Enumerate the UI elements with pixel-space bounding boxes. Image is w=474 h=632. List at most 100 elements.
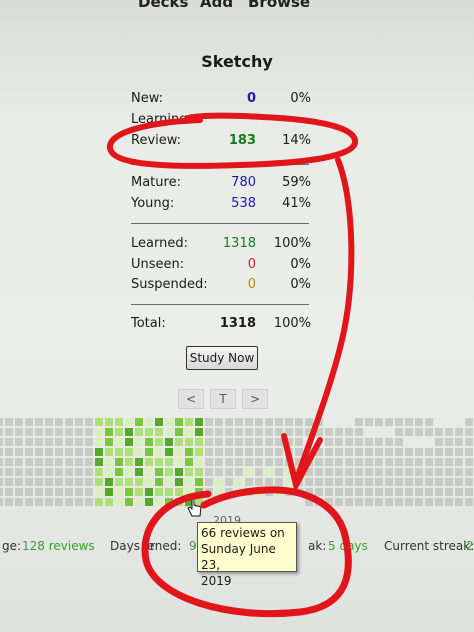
heatmap-day-cell[interactable] <box>185 428 193 436</box>
heatmap-day-cell[interactable] <box>55 448 63 456</box>
heatmap-day-cell[interactable] <box>275 438 283 446</box>
heatmap-day-cell[interactable] <box>395 488 403 496</box>
heatmap-day-cell[interactable] <box>325 468 333 476</box>
study-now-button[interactable]: Study Now <box>186 346 258 370</box>
heatmap-day-cell[interactable] <box>285 478 293 486</box>
heatmap-day-cell[interactable] <box>445 488 453 496</box>
heatmap-day-cell[interactable] <box>45 418 53 426</box>
heatmap-day-cell[interactable] <box>385 498 393 506</box>
heatmap-day-cell[interactable] <box>225 478 233 486</box>
heatmap-day-cell[interactable] <box>115 448 123 456</box>
heatmap-day-cell[interactable] <box>75 428 83 436</box>
heatmap-day-cell[interactable] <box>95 468 103 476</box>
heatmap-day-cell[interactable] <box>165 438 173 446</box>
heatmap-day-cell[interactable] <box>265 418 273 426</box>
heatmap-day-cell[interactable] <box>345 468 353 476</box>
heatmap-day-cell[interactable] <box>65 418 73 426</box>
heatmap-day-cell[interactable] <box>415 488 423 496</box>
heatmap-day-cell[interactable] <box>205 428 213 436</box>
heatmap-day-cell[interactable] <box>425 458 433 466</box>
heatmap-day-cell[interactable] <box>315 468 323 476</box>
heatmap-day-cell[interactable] <box>135 478 143 486</box>
heatmap-day-cell[interactable] <box>55 438 63 446</box>
heatmap-day-cell[interactable] <box>85 498 93 506</box>
heatmap-day-cell[interactable] <box>175 478 183 486</box>
heatmap-day-cell[interactable] <box>105 478 113 486</box>
heatmap-day-cell[interactable] <box>385 438 393 446</box>
heatmap-day-cell[interactable] <box>145 488 153 496</box>
heatmap-day-cell[interactable] <box>235 478 243 486</box>
heatmap-day-cell[interactable] <box>205 448 213 456</box>
heatmap-day-cell[interactable] <box>215 448 223 456</box>
heatmap-day-cell[interactable] <box>335 438 343 446</box>
heatmap-day-cell[interactable] <box>5 468 13 476</box>
heatmap-day-cell[interactable] <box>435 478 443 486</box>
heatmap-day-cell[interactable] <box>255 468 263 476</box>
heatmap-day-cell[interactable] <box>225 448 233 456</box>
add-link[interactable]: Add <box>200 0 233 11</box>
heatmap-day-cell[interactable] <box>385 488 393 496</box>
heatmap-day-cell[interactable] <box>365 488 373 496</box>
heatmap-day-cell[interactable] <box>215 478 223 486</box>
heatmap-day-cell[interactable] <box>65 448 73 456</box>
heatmap-day-cell[interactable] <box>325 498 333 506</box>
heatmap-day-cell[interactable] <box>5 428 13 436</box>
heatmap-day-cell[interactable] <box>175 488 183 496</box>
heatmap-day-cell[interactable] <box>45 488 53 496</box>
heatmap-day-cell[interactable] <box>345 458 353 466</box>
heatmap-day-cell[interactable] <box>305 478 313 486</box>
heatmap-day-cell[interactable] <box>165 468 173 476</box>
heatmap-day-cell[interactable] <box>65 488 73 496</box>
heatmap-day-cell[interactable] <box>35 458 43 466</box>
heatmap-day-cell[interactable] <box>465 478 473 486</box>
heatmap-day-cell[interactable] <box>155 428 163 436</box>
heatmap-day-cell[interactable] <box>285 468 293 476</box>
heatmap-day-cell[interactable] <box>5 418 13 426</box>
heatmap-day-cell[interactable] <box>115 438 123 446</box>
prev-button[interactable]: < <box>178 389 204 409</box>
heatmap-day-cell[interactable] <box>425 498 433 506</box>
heatmap-day-cell[interactable] <box>395 448 403 456</box>
heatmap-day-cell[interactable] <box>445 478 453 486</box>
heatmap-day-cell[interactable] <box>235 448 243 456</box>
heatmap-day-cell[interactable] <box>175 468 183 476</box>
heatmap-day-cell[interactable] <box>85 448 93 456</box>
heatmap-day-cell[interactable] <box>465 468 473 476</box>
heatmap-day-cell[interactable] <box>25 428 33 436</box>
heatmap-day-cell[interactable] <box>85 478 93 486</box>
heatmap-day-cell[interactable] <box>425 428 433 436</box>
heatmap-day-cell[interactable] <box>75 488 83 496</box>
heatmap-day-cell[interactable] <box>35 428 43 436</box>
heatmap-day-cell[interactable] <box>315 478 323 486</box>
heatmap-day-cell[interactable] <box>95 428 103 436</box>
heatmap-day-cell[interactable] <box>5 448 13 456</box>
heatmap-day-cell[interactable] <box>175 438 183 446</box>
heatmap-day-cell[interactable] <box>0 478 3 486</box>
heatmap-day-cell[interactable] <box>395 458 403 466</box>
heatmap-day-cell[interactable] <box>105 448 113 456</box>
heatmap-day-cell[interactable] <box>275 478 283 486</box>
heatmap-day-cell[interactable] <box>405 468 413 476</box>
heatmap-day-cell[interactable] <box>405 448 413 456</box>
heatmap-day-cell[interactable] <box>135 468 143 476</box>
heatmap-day-cell[interactable] <box>305 468 313 476</box>
heatmap-day-cell[interactable] <box>45 498 53 506</box>
heatmap-day-cell[interactable] <box>375 498 383 506</box>
heatmap-day-cell[interactable] <box>405 428 413 436</box>
heatmap-day-cell[interactable] <box>215 418 223 426</box>
heatmap-day-cell[interactable] <box>85 418 93 426</box>
heatmap-day-cell[interactable] <box>305 418 313 426</box>
heatmap-day-cell[interactable] <box>305 458 313 466</box>
heatmap-day-cell[interactable] <box>15 488 23 496</box>
heatmap-day-cell[interactable] <box>295 468 303 476</box>
heatmap-day-cell[interactable] <box>355 478 363 486</box>
heatmap-day-cell[interactable] <box>35 448 43 456</box>
heatmap-day-cell[interactable] <box>95 438 103 446</box>
heatmap-day-cell[interactable] <box>145 418 153 426</box>
heatmap-day-cell[interactable] <box>185 418 193 426</box>
heatmap-day-cell[interactable] <box>75 448 83 456</box>
heatmap-day-cell[interactable] <box>155 488 163 496</box>
heatmap-day-cell[interactable] <box>25 458 33 466</box>
heatmap-day-cell[interactable] <box>365 468 373 476</box>
heatmap-day-cell[interactable] <box>345 478 353 486</box>
